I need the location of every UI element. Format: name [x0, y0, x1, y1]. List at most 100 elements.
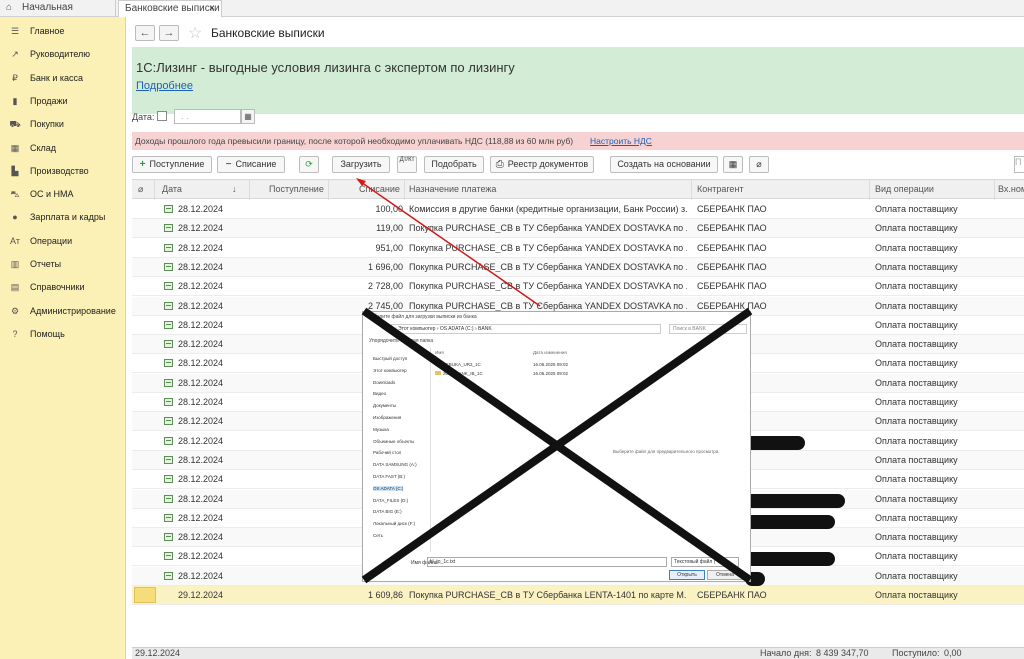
table-header: ⌀ Дата ↓ Поступление Списание Назначение…	[132, 179, 1024, 200]
sidebar-item[interactable]: ⛍ ОС и НМА	[8, 189, 73, 203]
document-posted-icon	[164, 224, 173, 233]
search-input[interactable]: П	[1014, 156, 1024, 173]
document-posted-icon	[164, 475, 173, 484]
dialog-nav-item[interactable]: Быстрый доступ	[373, 356, 407, 361]
minus-icon: −	[225, 159, 232, 170]
page-title: Банковские выписки	[211, 26, 325, 40]
sidebar-item[interactable]: ▦ Склад	[8, 143, 56, 157]
dialog-file-item[interactable]: 2024_BANK_IB_1C 16.06.2025 09:02	[435, 371, 568, 376]
date-filter-label: Дата:	[132, 112, 155, 122]
attach-button[interactable]: ⌀	[749, 156, 769, 173]
grid-settings-button[interactable]: ▦	[723, 156, 743, 173]
upload-button[interactable]: Загрузить	[332, 156, 390, 173]
dialog-col-name[interactable]: Имя	[435, 350, 444, 355]
document-registry-button[interactable]: ⎙ Реестр документов	[490, 156, 594, 173]
sidebar-item[interactable]: ? Помощь	[8, 329, 64, 343]
sidebar-item[interactable]: ☰ Главное	[8, 26, 64, 40]
column-counterparty[interactable]: Контрагент	[697, 184, 744, 194]
add-expense-button[interactable]: − Списание	[217, 156, 285, 173]
report-icon: ▥	[10, 259, 20, 269]
table-row[interactable]: 28.12.2024 2 728,00 Покупка PURCHASE_CB в …	[132, 277, 1024, 297]
sidebar-item[interactable]: ₽ Банк и касса	[8, 73, 83, 87]
row-date: 28.12.2024	[178, 532, 224, 543]
sidebar-item[interactable]: ▥ Отчеты	[8, 259, 61, 273]
back-button[interactable]: ←	[135, 25, 155, 41]
dialog-search-input[interactable]: Поиск в BANK	[669, 324, 747, 334]
column-incoming-number[interactable]: Вх.ном	[998, 184, 1024, 194]
dialog-nav-item[interactable]: Сеть	[373, 533, 383, 538]
date-filter-checkbox[interactable]	[157, 111, 167, 121]
dialog-nav-item[interactable]: Downloads	[373, 380, 395, 385]
column-income[interactable]: Поступление	[269, 184, 324, 194]
row-expense: 2 728,00	[367, 281, 403, 292]
dialog-nav-item[interactable]: Рабочий стол	[373, 450, 401, 455]
dialog-file-name: 2024_BANK_IB_1C	[443, 371, 483, 376]
dialog-nav-item[interactable]: DATA BIG (E:)	[373, 509, 402, 514]
forward-button[interactable]: →	[159, 25, 179, 41]
column-expense[interactable]: Списание	[359, 184, 400, 194]
column-operation[interactable]: Вид операции	[875, 184, 934, 194]
add-income-button[interactable]: + Поступление	[132, 156, 212, 173]
promo-banner-link[interactable]: Подробнее	[136, 80, 193, 92]
dialog-nav-item[interactable]: DATA_FILES (D:)	[373, 498, 408, 503]
row-purpose: Покупка PURCHASE_CB в ТУ Сбербанка YANDE…	[409, 300, 687, 311]
column-date[interactable]: Дата	[162, 184, 182, 194]
dialog-filename-input[interactable]: kl_to_1c.txt	[427, 557, 667, 567]
dialog-col-date[interactable]: Дата изменения	[533, 350, 567, 355]
table-row[interactable]: 28.12.2024 1 696,00 Покупка PURCHASE_CB в …	[132, 257, 1024, 277]
dialog-cancel-button[interactable]: Отмена	[707, 570, 743, 580]
column-purpose[interactable]: Назначение платежа	[409, 184, 496, 194]
tab-bank-statements[interactable]: Банковские выписки ×	[118, 0, 222, 17]
dialog-nav-item[interactable]: Документы	[373, 403, 396, 408]
configure-vat-link[interactable]: Настроить НДС	[590, 136, 652, 146]
sidebar-item[interactable]: ⚙ Администрирование	[8, 306, 116, 320]
table-row[interactable]: 28.12.2024 119,00 Покупка PURCHASE_CB в ТУ…	[132, 219, 1024, 239]
dialog-nav-item[interactable]: DATA SAMSUNG (A:)	[373, 462, 417, 467]
refresh-button[interactable]: ⟳	[299, 156, 319, 173]
dialog-address-bar[interactable]: ‹ Этот компьютер › OS ADATA (C:) › BANK	[391, 324, 661, 334]
table-row[interactable]: 28.12.2024 951,00 Покупка PURCHASE_CB в ТУ…	[132, 239, 1024, 258]
calendar-icon[interactable]: ▦	[241, 109, 255, 124]
redaction-bar	[745, 552, 835, 566]
arrow-right-icon: →	[163, 27, 175, 39]
sidebar-item[interactable]: ⛟ Покупки	[8, 119, 64, 133]
dialog-nav-item[interactable]: OS ADATA (C:)	[373, 485, 404, 491]
document-posted-icon	[164, 301, 173, 310]
debit-credit-button[interactable]: Дт/Кт	[397, 156, 417, 173]
row-operation: Оплата поставщику	[875, 339, 958, 350]
dialog-nav-item[interactable]: Видео	[373, 391, 386, 396]
table-row[interactable]: 29.12.2024 1 609,86 Покупка PURCHASE_CB в …	[132, 586, 1024, 605]
document-posted-icon	[164, 398, 173, 406]
dialog-preview-hint: Выберите файл для предварительного просм…	[613, 449, 720, 454]
sidebar-item[interactable]: ↗ Руководителю	[8, 49, 90, 63]
dialog-nav-item[interactable]: Музыка	[373, 427, 389, 432]
sidebar-item[interactable]: Ат Операции	[8, 236, 72, 250]
dialog-filetype-select[interactable]: Текстовый файл (*.txt)	[671, 557, 739, 567]
sidebar-item[interactable]: ● Зарплата и кадры	[8, 212, 105, 226]
star-icon[interactable]: ☆	[188, 23, 202, 43]
dialog-nav-item[interactable]: Локальный диск (F:)	[373, 521, 415, 526]
sidebar-item[interactable]: ▤ Справочники	[8, 282, 85, 296]
dialog-toolbar[interactable]: Упорядочить ▾ Новая папка	[369, 338, 433, 344]
date-filter-input[interactable]: . .	[174, 109, 241, 124]
sort-desc-icon[interactable]: ↓	[232, 184, 237, 194]
dialog-open-button[interactable]: Открыть	[669, 570, 705, 580]
dialog-file-item[interactable]: 1CBUKA_UR2_1C 16.06.2025 09:02	[435, 362, 568, 367]
tab-home[interactable]: ⌂Начальная страница	[0, 0, 116, 29]
dialog-nav-item[interactable]: Объемные объекты	[373, 439, 414, 444]
sidebar-item[interactable]: ▮ Продажи	[8, 96, 68, 110]
dialog-nav-item[interactable]: Этот компьютер	[373, 368, 407, 373]
table-row[interactable]: 28.12.2024 100,00 Комиссия в другие банки …	[132, 200, 1024, 219]
dialog-nav-item[interactable]: DATA FAST (B:)	[373, 474, 405, 479]
dialog-nav-item[interactable]: Изображения	[373, 415, 401, 420]
selected-row-marker	[134, 587, 156, 603]
dialog-title: Выберите файл для загрузки выписки из ба…	[367, 314, 477, 320]
person-icon: ●	[12, 212, 18, 223]
sidebar-item[interactable]: ▙ Производство	[8, 166, 89, 180]
create-based-on-button[interactable]: Создать на основании	[610, 156, 718, 173]
close-icon[interactable]: ×	[209, 1, 215, 17]
pick-button[interactable]: Подобрать	[424, 156, 484, 173]
document-posted-icon	[164, 282, 173, 291]
row-operation: Оплата поставщику	[875, 223, 958, 234]
document-posted-icon	[164, 571, 173, 580]
